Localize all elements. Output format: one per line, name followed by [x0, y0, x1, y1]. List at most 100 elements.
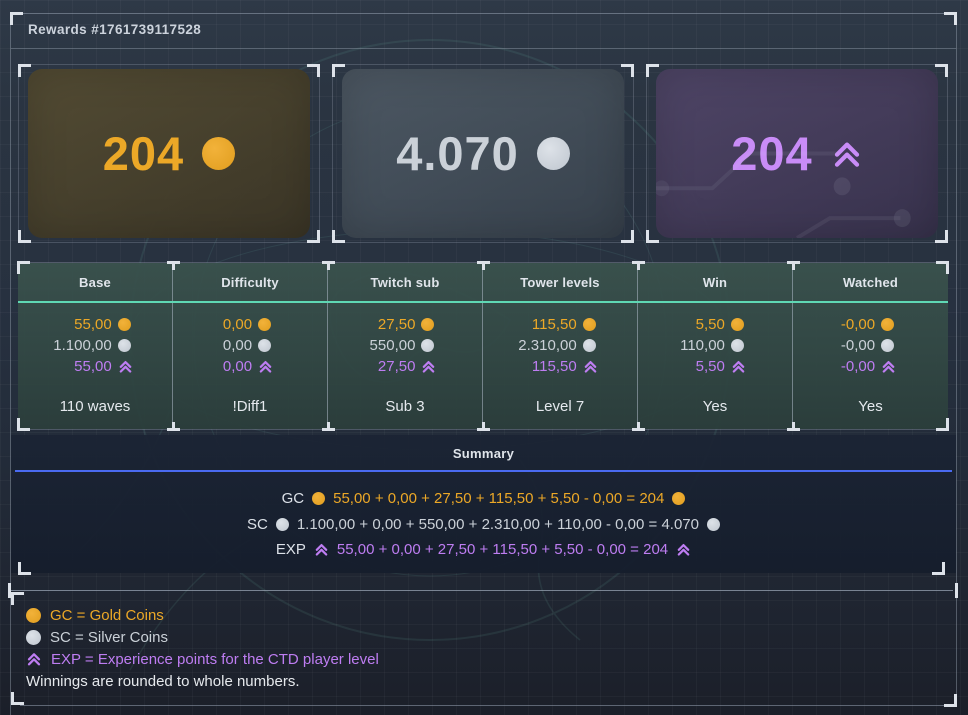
exp-value: 27,50 — [370, 356, 416, 377]
silver-coin-icon — [537, 137, 570, 170]
exp-chevrons-icon — [314, 542, 329, 557]
legend-note-text: Winnings are rounded to whole numbers. — [26, 673, 300, 690]
summary-label: EXP — [276, 537, 306, 563]
exp-value: -0,00 — [841, 356, 875, 377]
bracket-corner — [621, 64, 634, 77]
gold-value: 115,50 — [518, 314, 576, 335]
frame-right-line — [956, 13, 957, 707]
summary-row-exp: EXP 55,00 + 0,00 + 27,50 + 115,50 + 5,50… — [11, 537, 956, 563]
legend-text: GC = Gold Coins — [50, 607, 164, 624]
exp-chevrons-icon — [583, 359, 602, 374]
legend-text: EXP = Experience points for the CTD play… — [51, 651, 379, 668]
bracket-corner — [935, 64, 948, 77]
summary-rule — [15, 470, 952, 472]
silver-coin-icon — [731, 339, 744, 352]
silver-value: -0,00 — [841, 335, 875, 356]
silver-coin-icon — [26, 630, 41, 645]
column-header: Base — [18, 263, 172, 301]
column-header: Watched — [793, 263, 948, 301]
bracket-corner — [621, 230, 634, 243]
bracket-corner — [17, 418, 30, 431]
bracket-corner — [936, 418, 949, 431]
legend-item-sc: SC = Silver Coins — [26, 626, 379, 648]
gold-total-value: 204 — [103, 126, 184, 181]
legend-note: Winnings are rounded to whole numbers. — [26, 670, 379, 692]
gold-coin-icon — [672, 492, 685, 505]
bracket-corner — [935, 230, 948, 243]
gold-value: 5,50 — [680, 314, 725, 335]
silver-coin-icon — [583, 339, 596, 352]
frame-corner-topright — [944, 12, 957, 25]
reward-cards: 204 4.070 — [18, 64, 948, 243]
gold-coin-icon — [421, 318, 434, 331]
exp-chevrons-icon — [881, 359, 900, 374]
column-watched: Watched -0,00 -0,00 -0,00 Yes — [793, 263, 948, 429]
summary-equation: 55,00 + 0,00 + 27,50 + 115,50 + 5,50 - 0… — [337, 537, 668, 563]
column-note: 110 waves — [18, 398, 172, 429]
tick-mark — [322, 261, 335, 264]
gold-coin-icon — [583, 318, 596, 331]
column-note: Level 7 — [483, 398, 637, 429]
bracket-corner — [18, 230, 31, 243]
exp-chevrons-icon — [421, 359, 440, 374]
frame-left-line — [10, 13, 11, 715]
exp-chevrons-icon — [831, 138, 863, 170]
legend: GC = Gold Coins SC = Silver Coins EXP = … — [26, 604, 379, 692]
silver-value: 1.100,00 — [53, 335, 111, 356]
summary-heading: Summary — [11, 435, 956, 461]
silver-value: 0,00 — [223, 335, 252, 356]
frame-corner-topleft — [10, 12, 23, 25]
bracket-corner — [332, 230, 345, 243]
tick-mark — [477, 428, 490, 431]
tick-mark — [322, 428, 335, 431]
exp-chevrons-icon — [258, 359, 277, 374]
gold-coin-icon — [118, 318, 131, 331]
exp-value: 0,00 — [223, 356, 252, 377]
column-difficulty: Difficulty 0,00 0,00 0,00 !Diff1 — [173, 263, 328, 429]
tick-mark — [167, 428, 180, 431]
gold-reward-card: 204 — [18, 64, 320, 243]
titlebar-bottom-line — [11, 48, 956, 49]
bracket-corner — [307, 64, 320, 77]
column-note: Yes — [793, 398, 948, 429]
gold-value: 27,50 — [370, 314, 416, 335]
bracket-corner — [936, 261, 949, 274]
column-base: Base 55,00 1.100,00 55,00 110 waves — [18, 263, 173, 429]
gold-coin-icon — [731, 318, 744, 331]
legend-item-gc: GC = Gold Coins — [26, 604, 379, 626]
tick-mark — [787, 428, 800, 431]
page-title: Rewards #1761739117528 — [28, 22, 201, 37]
tick-mark — [787, 261, 800, 264]
summary-row-gc: GC 55,00 + 0,00 + 27,50 + 115,50 + 5,50 … — [11, 486, 956, 512]
summary-row-sc: SC 1.100,00 + 0,00 + 550,00 + 2.310,00 +… — [11, 512, 956, 538]
bracket-corner — [17, 261, 30, 274]
column-header: Difficulty — [173, 263, 327, 301]
column-header: Twitch sub — [328, 263, 482, 301]
column-twitch-sub: Twitch sub 27,50 550,00 27,50 Sub 3 — [328, 263, 483, 429]
bracket-corner — [646, 230, 659, 243]
legend-top-line — [11, 590, 953, 591]
silver-value: 110,00 — [680, 335, 725, 356]
bracket-corner — [932, 562, 945, 575]
rewards-overlay: Rewards #1761739117528 204 4.070 — [0, 0, 968, 715]
exp-value: 5,50 — [680, 356, 725, 377]
legend-bottom-line — [20, 705, 945, 706]
column-tower-levels: Tower levels 115,50 2.310,00 115,50 Leve… — [483, 263, 638, 429]
exp-value: 55,00 — [53, 356, 111, 377]
column-header: Win — [638, 263, 792, 301]
gold-value: -0,00 — [841, 314, 875, 335]
silver-reward-card: 4.070 — [332, 64, 634, 243]
gold-coin-icon — [202, 137, 235, 170]
bracket-corner — [18, 562, 31, 575]
bracket-corner — [11, 692, 24, 705]
exp-chevrons-icon — [731, 359, 750, 374]
gold-coin-icon — [312, 492, 325, 505]
column-note: Yes — [638, 398, 792, 429]
silver-value: 2.310,00 — [518, 335, 576, 356]
breakdown-table: Base 55,00 1.100,00 55,00 110 waves Diff… — [18, 262, 948, 430]
summary-panel: Summary GC 55,00 + 0,00 + 27,50 + 115,50… — [11, 435, 956, 573]
silver-coin-icon — [881, 339, 894, 352]
bracket-corner — [11, 592, 24, 605]
summary-equation: 55,00 + 0,00 + 27,50 + 115,50 + 5,50 - 0… — [333, 486, 664, 512]
gold-coin-icon — [258, 318, 271, 331]
